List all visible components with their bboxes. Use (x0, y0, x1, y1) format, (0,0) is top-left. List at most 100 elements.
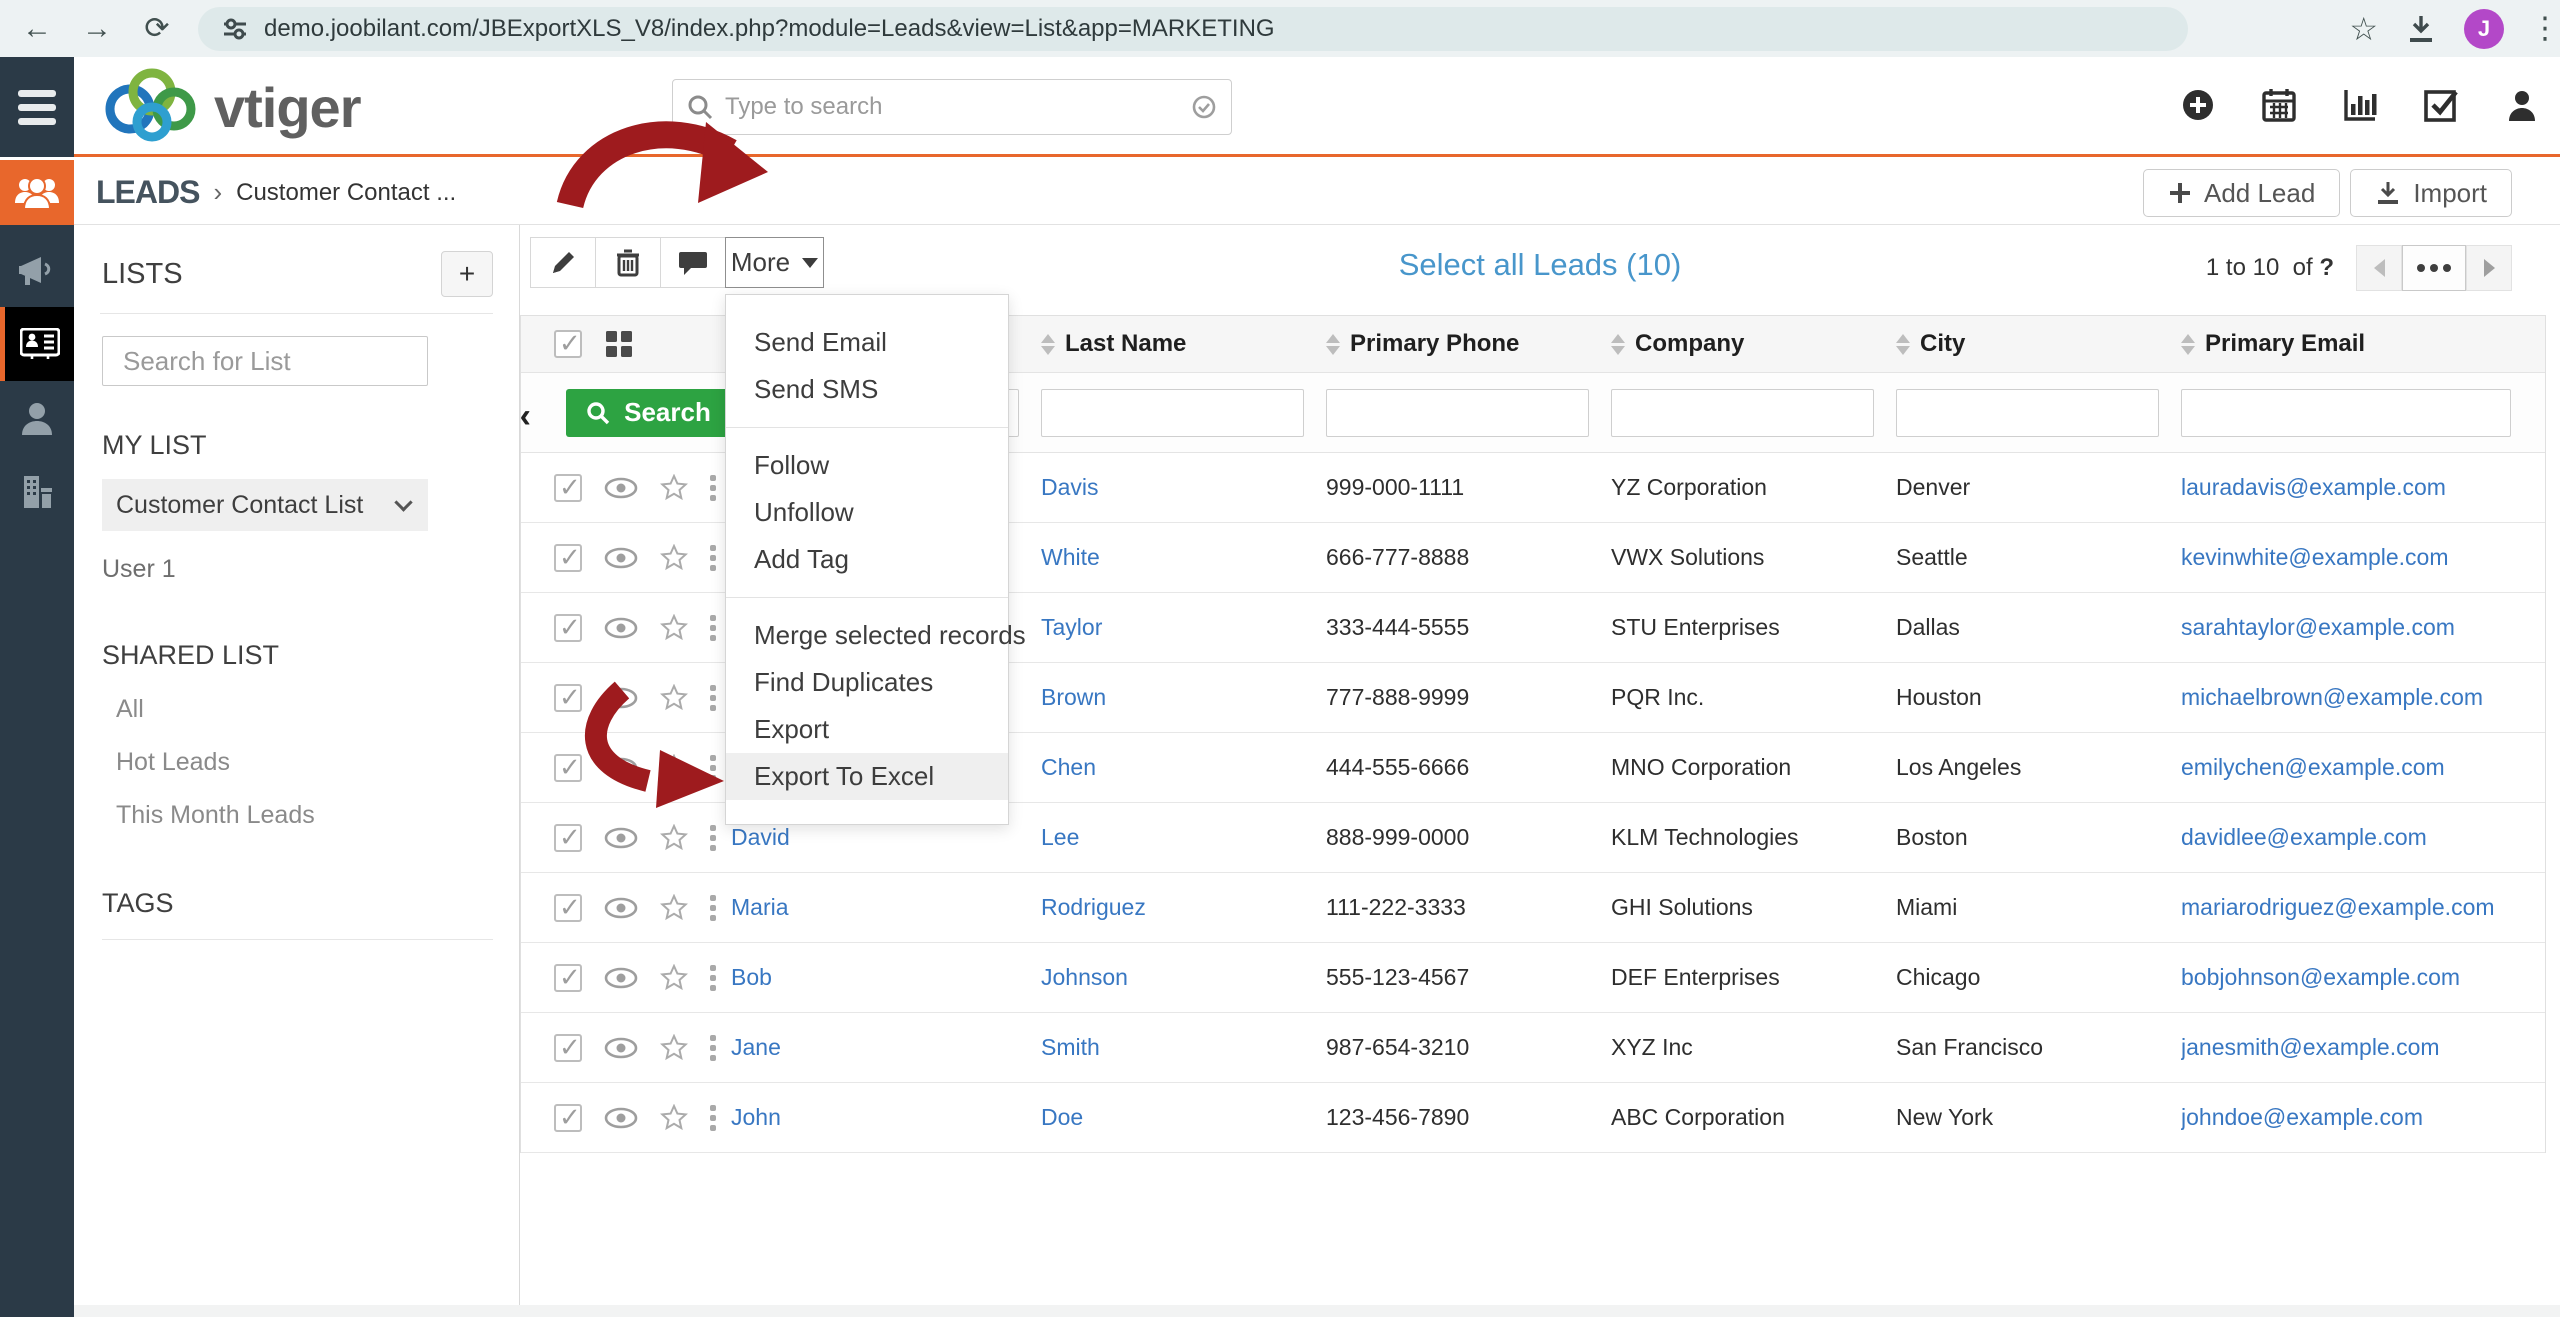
preview-eye-icon[interactable] (604, 1037, 638, 1059)
row-checkbox[interactable] (554, 1104, 582, 1132)
global-search-box[interactable] (672, 79, 1232, 135)
row-checkbox[interactable] (554, 824, 582, 852)
sort-icon[interactable] (1326, 334, 1340, 355)
star-icon[interactable] (660, 754, 688, 781)
add-lead-button[interactable]: Add Lead (2143, 169, 2340, 217)
first-name-link[interactable]: John (731, 1104, 781, 1130)
filter-primary-email-input[interactable] (2181, 389, 2511, 437)
menu-item-find-duplicates[interactable]: Find Duplicates (726, 659, 1008, 706)
filter-city-input[interactable] (1896, 389, 2159, 437)
star-icon[interactable] (660, 544, 688, 571)
breadcrumb-module[interactable]: LEADS (96, 174, 199, 211)
primary-email-link[interactable]: janesmith@example.com (2181, 1034, 2440, 1060)
filter-last-name-input[interactable] (1041, 389, 1304, 437)
sort-icon[interactable] (1611, 334, 1625, 355)
row-actions-kebab-icon[interactable] (710, 825, 716, 851)
row-actions-kebab-icon[interactable] (710, 545, 716, 571)
browser-menu-kebab-icon[interactable]: ⋮ (2530, 11, 2550, 46)
row-actions-kebab-icon[interactable] (710, 1035, 716, 1061)
preview-eye-icon[interactable] (604, 617, 638, 639)
list-item-customer-contact-list[interactable]: Customer Contact List (102, 479, 428, 531)
preview-eye-icon[interactable] (604, 967, 638, 989)
pagination-next-button[interactable] (2466, 245, 2512, 291)
row-actions-kebab-icon[interactable] (710, 685, 716, 711)
browser-url-bar[interactable]: demo.joobilant.com/JBExportXLS_V8/index.… (198, 7, 2188, 51)
column-header-primary-phone[interactable]: Primary Phone (1326, 330, 1611, 358)
primary-email-link[interactable]: lauradavis@example.com (2181, 474, 2446, 500)
first-name-link[interactable]: Bob (731, 964, 772, 990)
filter-company-input[interactable] (1611, 389, 1874, 437)
row-checkbox[interactable] (554, 614, 582, 642)
row-checkbox[interactable] (554, 1034, 582, 1062)
sort-icon[interactable] (2181, 334, 2195, 355)
menu-item-export[interactable]: Export (726, 706, 1008, 753)
first-name-link[interactable]: Jane (731, 1034, 781, 1060)
row-actions-kebab-icon[interactable] (710, 615, 716, 641)
rail-person-icon[interactable] (0, 381, 74, 455)
grid-view-icon[interactable] (604, 329, 634, 359)
column-header-last-name[interactable]: Last Name (1041, 330, 1326, 358)
last-name-link[interactable]: Chen (1041, 754, 1096, 780)
preview-eye-icon[interactable] (604, 757, 638, 779)
tasks-check-icon[interactable] (2421, 85, 2461, 125)
sort-icon[interactable] (1896, 334, 1910, 355)
rail-organizations-building-icon[interactable] (0, 455, 74, 529)
pagination-prev-button[interactable] (2356, 245, 2402, 291)
preview-eye-icon[interactable] (604, 897, 638, 919)
column-header-primary-email[interactable]: Primary Email (2181, 330, 2545, 358)
star-icon[interactable] (660, 1104, 688, 1131)
row-checkbox[interactable] (554, 474, 582, 502)
star-icon[interactable] (660, 964, 688, 991)
last-name-link[interactable]: Smith (1041, 1034, 1100, 1060)
table-row[interactable]: Maria Rodriguez 111-222-3333 GHI Solutio… (521, 873, 2545, 943)
add-list-button[interactable]: + (441, 251, 493, 297)
table-row[interactable]: Jane Smith 987-654-3210 XYZ Inc San Fran… (521, 1013, 2545, 1083)
import-button[interactable]: Import (2350, 169, 2512, 217)
rail-contacts-card-icon[interactable] (0, 307, 74, 381)
browser-profile-avatar[interactable]: J (2464, 9, 2504, 49)
primary-email-link[interactable]: mariarodriguez@example.com (2181, 894, 2495, 920)
row-actions-kebab-icon[interactable] (710, 755, 716, 781)
primary-email-link[interactable]: davidlee@example.com (2181, 824, 2427, 850)
vtiger-logo[interactable]: vtiger (96, 65, 361, 149)
first-name-link[interactable]: Maria (731, 894, 789, 920)
row-actions-kebab-icon[interactable] (710, 1105, 716, 1131)
row-checkbox[interactable] (554, 684, 582, 712)
leads-module-tile[interactable] (0, 160, 74, 225)
browser-forward-icon[interactable]: → (74, 6, 120, 52)
table-search-button[interactable]: Search (566, 389, 731, 437)
menu-item-merge-selected-records[interactable]: Merge selected records (726, 612, 1008, 659)
primary-email-link[interactable]: bobjohnson@example.com (2181, 964, 2460, 990)
star-icon[interactable] (660, 824, 688, 851)
search-scope-badge-icon[interactable] (1191, 94, 1217, 120)
list-item-all[interactable]: All (116, 695, 519, 724)
pagination-pages-button[interactable] (2402, 245, 2466, 291)
preview-eye-icon[interactable] (604, 687, 638, 709)
menu-item-export-to-excel[interactable]: Export To Excel (726, 753, 1008, 800)
row-actions-kebab-icon[interactable] (710, 475, 716, 501)
row-actions-kebab-icon[interactable] (710, 965, 716, 991)
row-checkbox[interactable] (554, 964, 582, 992)
downloads-icon[interactable] (2404, 12, 2438, 46)
menu-item-send-sms[interactable]: Send SMS (726, 366, 1008, 413)
row-checkbox[interactable] (554, 544, 582, 572)
sort-icon[interactable] (1041, 334, 1055, 355)
hamburger-menu-icon[interactable] (0, 57, 74, 157)
preview-eye-icon[interactable] (604, 477, 638, 499)
last-name-link[interactable]: Johnson (1041, 964, 1128, 990)
global-search-input[interactable] (725, 93, 1191, 121)
bookmark-star-icon[interactable]: ☆ (2349, 10, 2378, 48)
star-icon[interactable] (660, 1034, 688, 1061)
last-name-link[interactable]: Taylor (1041, 614, 1102, 640)
column-header-city[interactable]: City (1896, 330, 2181, 358)
menu-item-send-email[interactable]: Send Email (726, 319, 1008, 366)
reports-chart-icon[interactable] (2340, 85, 2380, 125)
last-name-link[interactable]: Lee (1041, 824, 1079, 850)
breadcrumb-view-name[interactable]: Customer Contact ... (236, 179, 456, 207)
table-row[interactable]: Bob Johnson 555-123-4567 DEF Enterprises… (521, 943, 2545, 1013)
row-checkbox[interactable] (554, 754, 582, 782)
quick-create-plus-icon[interactable] (2178, 85, 2218, 125)
list-item-hot-leads[interactable]: Hot Leads (116, 748, 519, 777)
row-checkbox[interactable] (554, 894, 582, 922)
rail-campaigns-megaphone-icon[interactable] (0, 233, 74, 307)
